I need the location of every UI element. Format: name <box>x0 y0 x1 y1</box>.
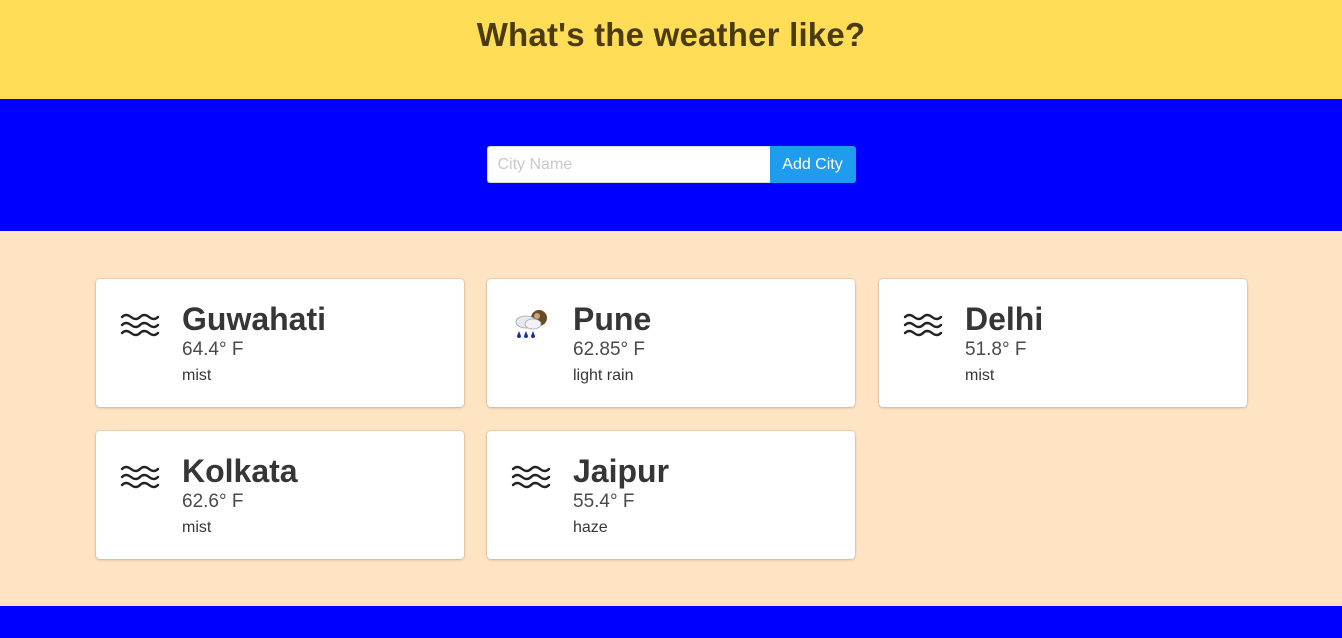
city-description: mist <box>965 367 995 384</box>
city-card: Delhi 51.8° F mist <box>879 279 1247 407</box>
mist-icon <box>511 465 551 489</box>
mist-icon <box>903 313 943 337</box>
city-name-input[interactable] <box>486 146 770 183</box>
city-card: Guwahati 64.4° F mist <box>96 279 464 407</box>
hero-header: What's the weather like? <box>0 0 1342 99</box>
weather-cards: Guwahati 64.4° F mist Pune 62.85° F ligh… <box>0 231 1342 606</box>
footer-band <box>0 606 1342 638</box>
city-description: light rain <box>573 367 634 384</box>
city-name: Pune <box>573 301 652 337</box>
search-section: Add City <box>0 99 1342 231</box>
city-name: Guwahati <box>182 301 327 337</box>
mist-icon <box>120 465 160 489</box>
add-city-form: Add City <box>486 146 856 183</box>
city-description: haze <box>573 519 608 536</box>
city-card: Kolkata 62.6° F mist <box>96 431 464 559</box>
city-card: Jaipur 55.4° F haze <box>487 431 855 559</box>
city-temperature: 62.85° F <box>573 339 646 360</box>
city-name: Jaipur <box>573 453 670 489</box>
city-description: mist <box>182 519 212 536</box>
city-name: Delhi <box>965 301 1044 337</box>
city-card: Pune 62.85° F light rain <box>487 279 855 407</box>
city-temperature: 62.6° F <box>182 491 244 512</box>
city-description: mist <box>182 367 212 384</box>
rain-cloud-icon <box>515 310 547 338</box>
city-temperature: 55.4° F <box>573 491 635 512</box>
city-temperature: 64.4° F <box>182 339 244 360</box>
city-name: Kolkata <box>182 453 298 489</box>
mist-icon <box>120 313 160 337</box>
add-city-button[interactable]: Add City <box>769 146 856 183</box>
city-temperature: 51.8° F <box>965 339 1027 360</box>
page-title: What's the weather like? <box>476 16 866 53</box>
